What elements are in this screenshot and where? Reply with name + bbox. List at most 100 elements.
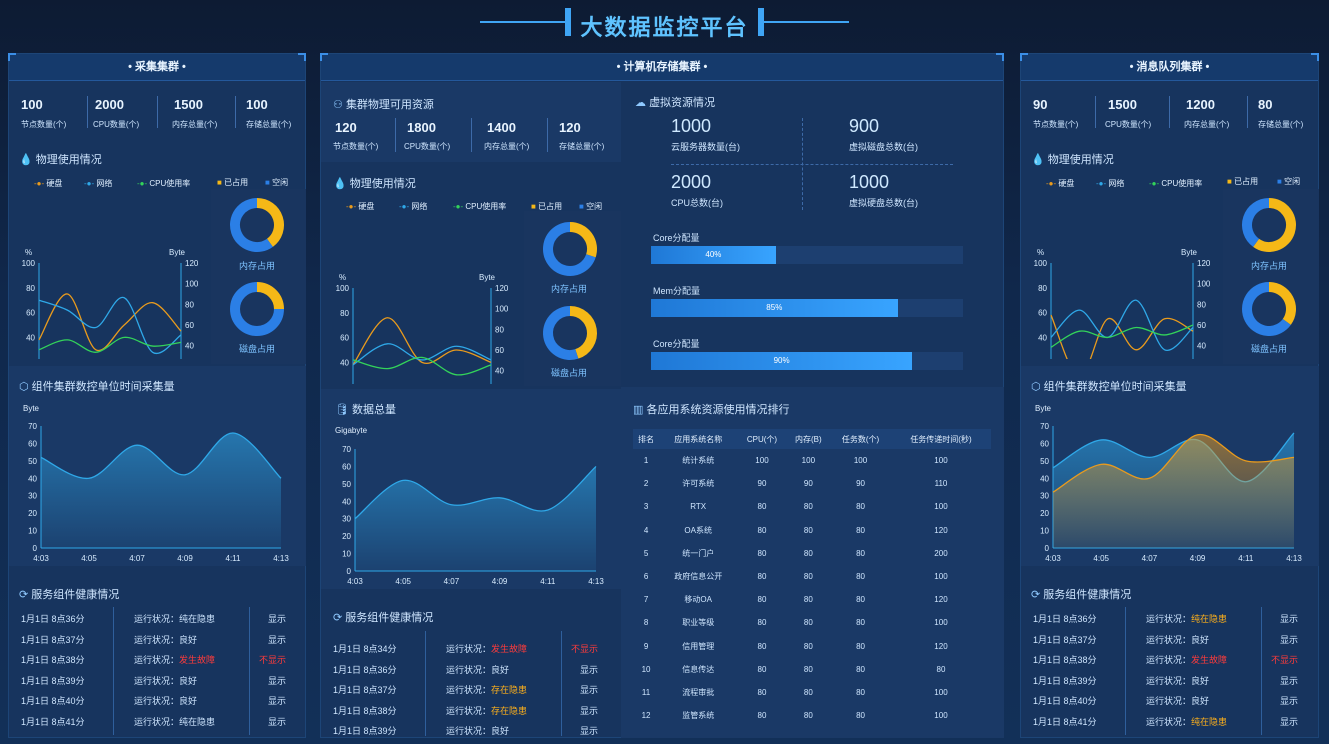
rank-header-cell[interactable]: 任务传递时间(秒)	[890, 429, 991, 449]
refresh-icon: ⟳	[19, 589, 29, 601]
table-cell: 120	[934, 641, 948, 651]
rank-header-cell[interactable]: 排名	[633, 429, 660, 449]
table-cell: 80	[856, 502, 865, 512]
legend-cpu[interactable]: -●- CPU使用率	[137, 178, 190, 189]
table-cell: 100	[934, 502, 948, 512]
table-cell: 80	[803, 548, 813, 558]
table-row[interactable]: 12 监管系统 80 80 80 100	[633, 704, 991, 727]
table-cell: 80	[757, 572, 767, 582]
health-toggle-link[interactable]: 显示	[580, 724, 598, 737]
table-cell: 监管系统	[682, 711, 715, 721]
y-tick-label: 60	[340, 334, 349, 343]
right-mem-label: 内存占用	[1251, 261, 1288, 271]
table-row[interactable]: 2 许可系统 90 90 90 110	[633, 472, 991, 495]
table-cell: 流程审批	[682, 687, 715, 697]
table-row[interactable]: 10 信息传达 80 80 80 80	[633, 658, 991, 681]
legend-used[interactable]: ■ 已占用	[217, 177, 248, 188]
legend-net[interactable]: -●- 网络	[84, 178, 112, 189]
legend-cpu[interactable]: -●- CPU使用率	[453, 201, 506, 212]
title-bar: 大数据监控平台	[0, 0, 1329, 52]
allocation-label: Mem分配量	[653, 286, 700, 296]
rank-header-cell[interactable]: 任务数(个)	[830, 429, 891, 449]
droplet-icon: 💧	[333, 178, 347, 190]
x-tick-label: 4:09	[177, 554, 193, 563]
right-disk-label: 磁盘占用	[1251, 344, 1288, 354]
center-physical-title: 💧 物理使用情况	[333, 178, 416, 190]
health-toggle-link[interactable]: 显示	[580, 663, 598, 676]
health-toggle-link[interactable]: 不显示	[259, 653, 286, 666]
health-toggle-link[interactable]: 显示	[1280, 612, 1298, 625]
health-toggle-link[interactable]: 显示	[1280, 715, 1298, 728]
legend-free[interactable]: ■ 空闲	[265, 177, 288, 188]
legend-net[interactable]: -●- 网络	[399, 201, 427, 212]
legend-disk[interactable]: -●- 硬盘	[1046, 178, 1074, 189]
table-row[interactable]: 8 职业等级 80 80 80 100	[633, 611, 991, 634]
y2-tick-label: 60	[1197, 321, 1206, 330]
droplet-icon: 💧	[19, 154, 33, 166]
left-physical-chart: %Byte020406080100020406080100120584:27:5…	[22, 248, 199, 359]
legend-used[interactable]: ■ 已占用	[1227, 176, 1258, 187]
table-cell: 80	[856, 548, 865, 558]
table-cell: 80	[803, 664, 813, 674]
right-physical-chart: %Byte020406080100020406080100120584:27:5…	[1034, 248, 1211, 359]
y-tick-label: 40	[1038, 333, 1047, 342]
health-status: 运行状况：纯在隐患	[1146, 614, 1228, 624]
table-row[interactable]: 5 统一门户 80 80 80 200	[633, 542, 991, 565]
table-cell: 80	[803, 595, 813, 605]
table-cell: 80	[803, 711, 813, 721]
health-toggle-link[interactable]: 显示	[580, 683, 598, 696]
legend-free[interactable]: ■ 空闲	[1277, 176, 1300, 187]
table-row[interactable]: 4 OA系统 80 80 80 120	[633, 519, 991, 542]
health-status: 运行状况：良好	[1146, 634, 1210, 645]
legend-cpu[interactable]: -●- CPU使用率	[1149, 178, 1202, 189]
health-status: 运行状况：良好	[446, 726, 510, 737]
right-component-unit: Byte	[1035, 404, 1052, 413]
health-toggle-link[interactable]: 显示	[268, 715, 286, 728]
x-tick-label: 4:09	[1190, 554, 1206, 563]
droplet-icon: 💧	[1031, 154, 1045, 166]
legend-net[interactable]: -●- 网络	[1096, 178, 1124, 189]
left-mem-label: 内存占用	[239, 261, 276, 271]
table-cell: 移动OA	[684, 595, 712, 605]
y-tick-label: 100	[336, 284, 350, 293]
health-toggle-link[interactable]: 显示	[268, 694, 286, 707]
health-toggle-link[interactable]: 显示	[1280, 674, 1298, 687]
refresh-icon: ⟳	[333, 612, 343, 624]
y2-tick-label: 100	[495, 305, 509, 314]
rank-header-cell[interactable]: CPU(个)	[737, 429, 787, 449]
x-tick-label: 4:11	[1238, 554, 1254, 563]
legend-disk[interactable]: -●- 硬盘	[34, 178, 62, 189]
table-row[interactable]: 1 统计系统 100 100 100 100	[633, 449, 991, 472]
center-data-chart: 0 10 20 30 40 50 60 70 4:03 4:05 4:07 4:09 4:11 4:13	[342, 445, 604, 585]
table-cell: 信用管理	[682, 641, 715, 651]
health-toggle-link[interactable]: 不显示	[1271, 653, 1298, 666]
health-status: 运行状况：良好	[134, 675, 198, 686]
right-physical-title: 💧 物理使用情况	[1031, 154, 1114, 166]
cloud-icon: ☁	[635, 97, 646, 109]
health-toggle-link[interactable]: 显示	[1280, 694, 1298, 707]
legend-disk[interactable]: -●- 硬盘	[346, 201, 374, 212]
health-toggle-link[interactable]: 显示	[268, 612, 286, 625]
health-time: 1月1日 8点39分	[333, 726, 397, 737]
table-row[interactable]: 9 信用管理 80 80 80 120	[633, 635, 991, 658]
table-cell: 80	[856, 687, 865, 697]
rank-header-cell[interactable]: 内存(B)	[786, 429, 831, 449]
table-row[interactable]: 7 移动OA 80 80 80 120	[633, 588, 991, 611]
health-toggle-link[interactable]: 显示	[1280, 633, 1298, 646]
y-tick-label: 80	[340, 309, 349, 318]
table-row[interactable]: 3 RTX 80 80 80 100	[633, 495, 991, 518]
table-cell: 100	[934, 456, 948, 466]
health-toggle-link[interactable]: 显示	[580, 704, 598, 717]
y-tick-label: 0	[1045, 544, 1050, 553]
health-time: 1月1日 8点41分	[1033, 717, 1097, 727]
y-tick-label: 70	[1040, 422, 1049, 431]
y-tick-label: 20	[342, 532, 351, 541]
health-toggle-link[interactable]: 显示	[268, 674, 286, 687]
table-row[interactable]: 11 流程审批 80 80 80 100	[633, 681, 991, 704]
center-pie-panel: 内存占用 磁盘占用	[524, 211, 621, 386]
health-toggle-link[interactable]: 不显示	[571, 642, 598, 655]
health-toggle-link[interactable]: 显示	[268, 633, 286, 646]
rank-header-cell[interactable]: 应用系统名称	[659, 429, 738, 449]
table-row[interactable]: 6 政府信息公开 80 80 80 100	[633, 565, 991, 588]
table-cell: 10	[641, 664, 651, 674]
